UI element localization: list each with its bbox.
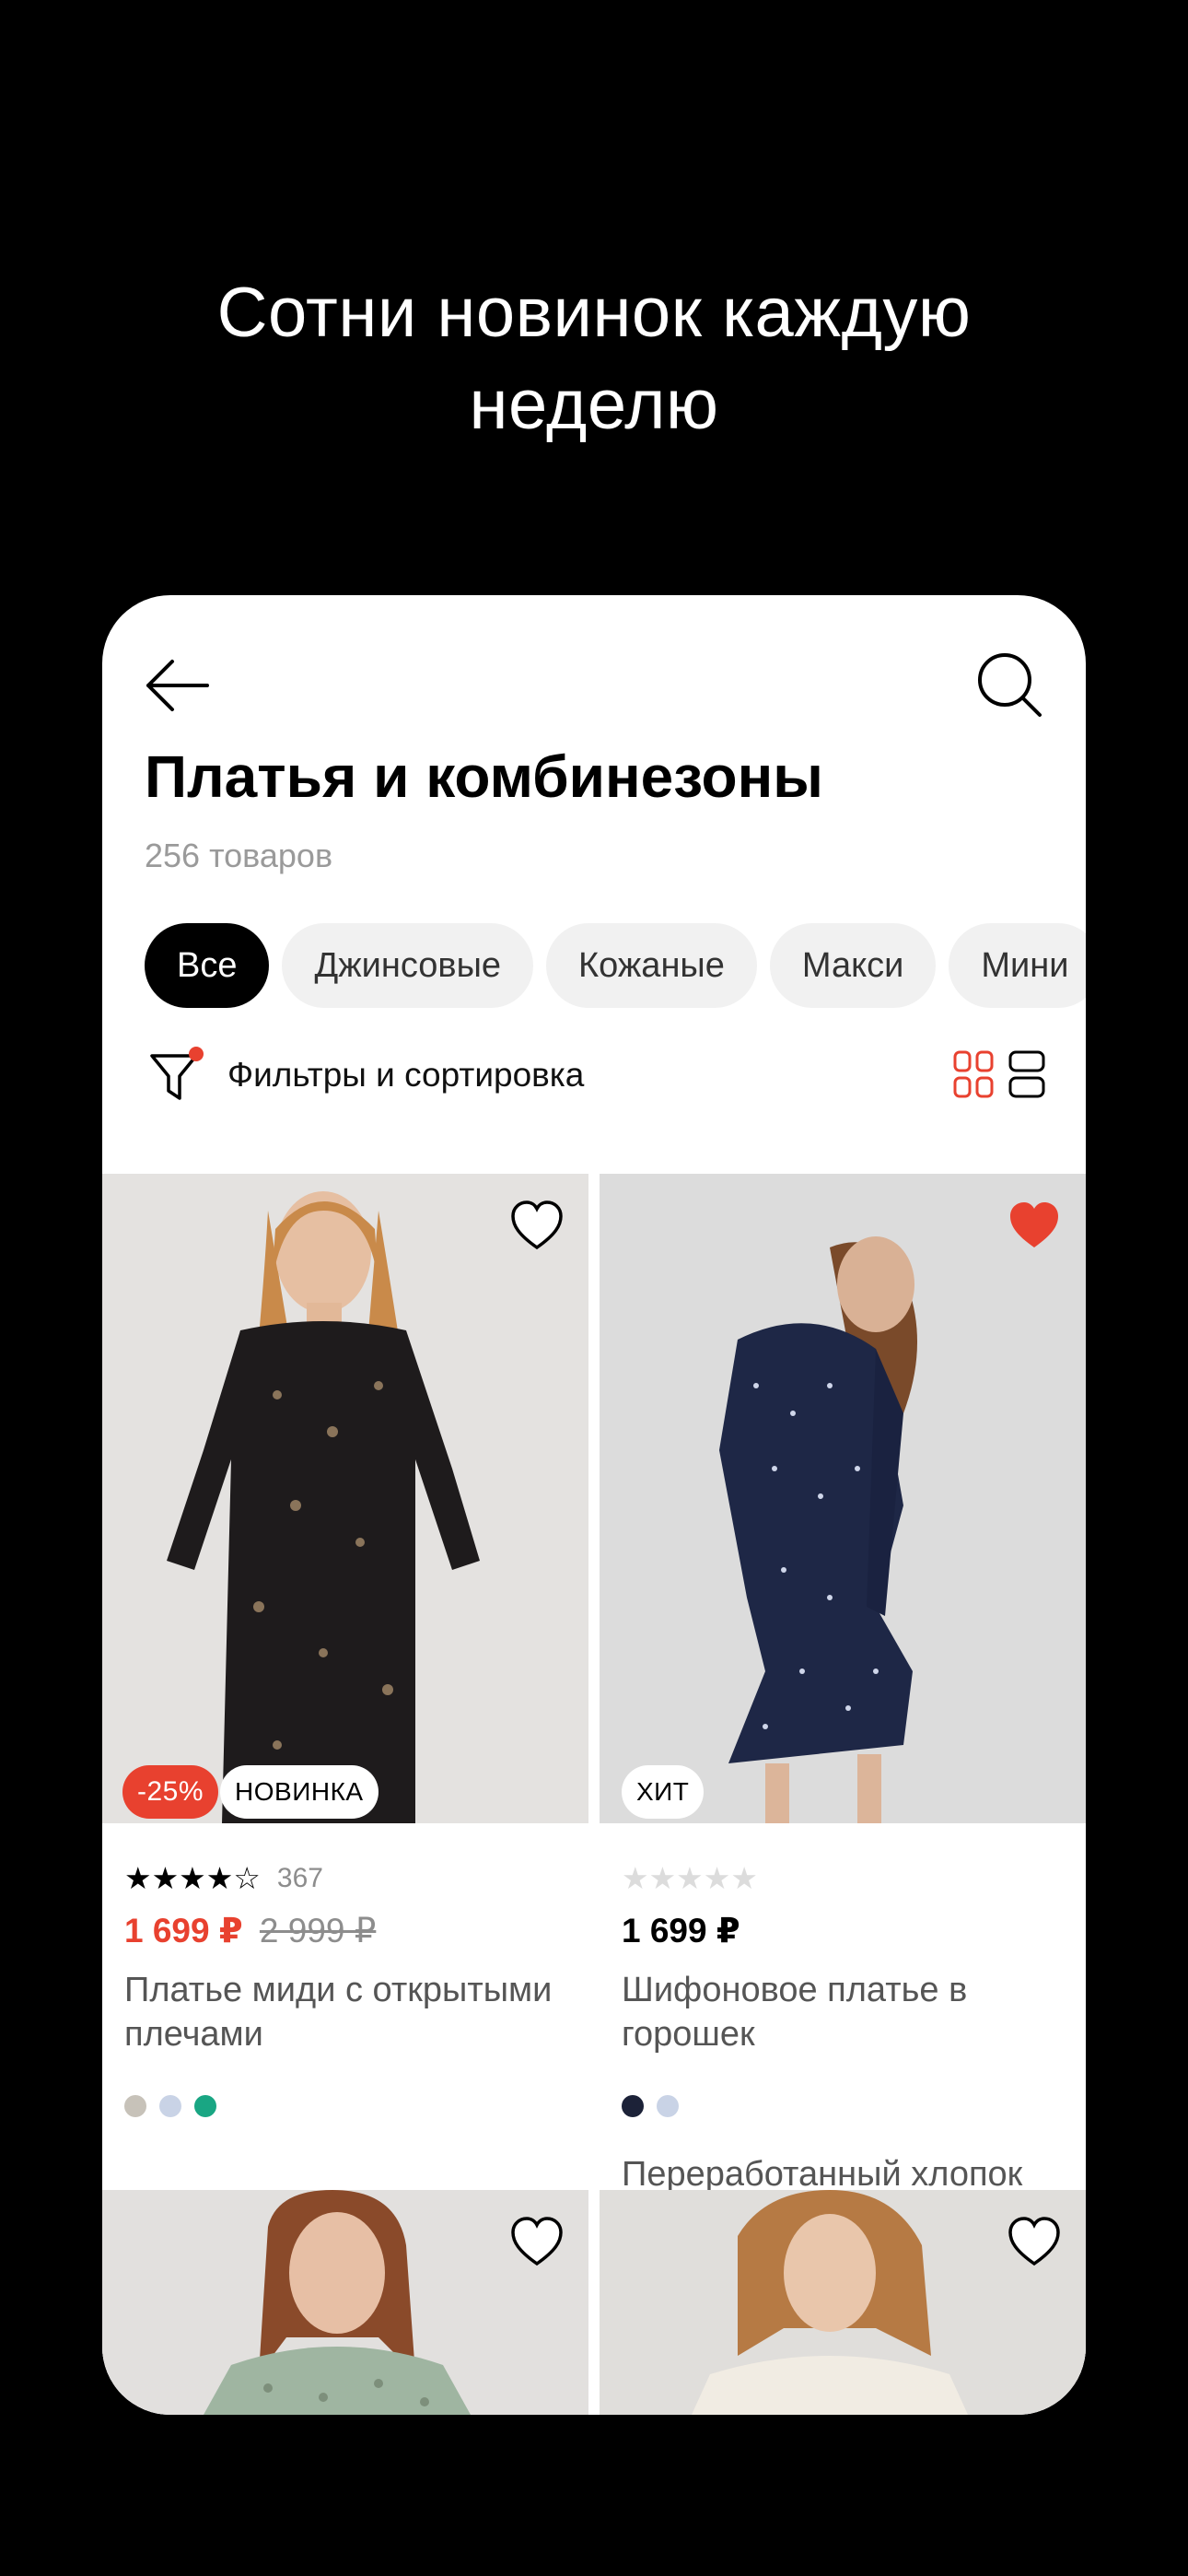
search-icon[interactable] <box>973 649 1047 722</box>
favorite-heart-icon[interactable] <box>509 1200 565 1251</box>
material-label: Переработанный хлопок <box>622 2155 1023 2194</box>
dress-photo-placeholder <box>600 1174 1086 1823</box>
product-photo[interactable] <box>102 2190 588 2415</box>
phone-screen: Платья и комбинезоны 256 товаров Все Джи… <box>102 595 1086 2415</box>
color-swatch[interactable] <box>194 2095 216 2117</box>
product-card[interactable]: -25% НОВИНКА ★★★★☆ 367 1 699 ₽ 2 999 ₽ П… <box>102 1174 588 2117</box>
rating: ★★★★☆ 367 <box>124 1860 323 1896</box>
rating-stars: ★★★★☆ <box>124 1861 261 1895</box>
price-value: 1 699 ₽ <box>622 1912 740 1950</box>
product-card[interactable] <box>102 2190 588 2415</box>
chip-maxi[interactable]: Макси <box>769 923 937 1008</box>
color-swatches <box>622 2095 679 2117</box>
old-price: 2 999 ₽ <box>259 1912 377 1950</box>
chip-leather[interactable]: Кожаные <box>546 923 757 1008</box>
chip-mini[interactable]: Мини <box>949 923 1086 1008</box>
product-name: Шифоновое платье в горошек <box>622 1971 968 2054</box>
list-view-icon[interactable] <box>1008 1050 1045 1098</box>
filters-sort-button[interactable]: Фильтры и сортировка <box>148 1047 584 1104</box>
rating-count: 367 <box>276 1862 323 1893</box>
color-swatch[interactable] <box>124 2095 146 2117</box>
price: 1 699 ₽ 2 999 ₽ <box>124 1911 376 1950</box>
product-photo[interactable] <box>600 2190 1086 2415</box>
items-count: 256 товаров <box>145 837 333 874</box>
product-photo[interactable]: ХИТ <box>600 1174 1086 1823</box>
filter-icon <box>148 1047 205 1104</box>
promo-headline: Сотни новинок каждую неделю <box>0 267 1188 451</box>
category-chips: Все Джинсовые Кожаные Макси Мини <box>145 923 1086 1008</box>
page-title: Платья и комбинезоны <box>145 744 823 810</box>
new-badge: НОВИНКА <box>220 1765 379 1819</box>
discount-badge: -25% <box>122 1765 219 1819</box>
promo-line-2: неделю <box>469 366 719 444</box>
chip-denim[interactable]: Джинсовые <box>282 923 534 1008</box>
product-card[interactable] <box>600 2190 1086 2415</box>
price: 1 699 ₽ <box>622 1911 740 1950</box>
color-swatch[interactable] <box>657 2095 679 2117</box>
back-arrow-icon[interactable] <box>141 649 215 722</box>
product-card[interactable]: ХИТ ★★★★★ 1 699 ₽ Шифоновое платье в гор… <box>600 1174 1086 2194</box>
hit-badge: ХИТ <box>622 1765 705 1819</box>
grid-view-icon[interactable] <box>953 1050 994 1098</box>
rating: ★★★★★ <box>622 1860 758 1896</box>
color-swatch[interactable] <box>622 2095 644 2117</box>
badges: -25% НОВИНКА <box>122 1765 379 1819</box>
filters-label: Фильтры и сортировка <box>227 1056 585 1094</box>
badges: ХИТ <box>620 1765 705 1819</box>
sale-price: 1 699 ₽ <box>124 1912 243 1950</box>
filter-active-dot <box>189 1047 204 1061</box>
favorite-heart-icon[interactable] <box>509 2216 565 2267</box>
color-swatches <box>124 2095 216 2117</box>
chip-all[interactable]: Все <box>145 923 270 1008</box>
promo-line-1: Сотни новинок каждую <box>216 274 972 352</box>
favorite-heart-icon-active[interactable] <box>1007 1200 1062 1251</box>
favorite-heart-icon[interactable] <box>1007 2216 1062 2267</box>
product-photo[interactable]: -25% НОВИНКА <box>102 1174 588 1823</box>
dress-photo-placeholder <box>102 1174 588 1823</box>
color-swatch[interactable] <box>159 2095 181 2117</box>
rating-stars: ★★★★★ <box>622 1861 758 1895</box>
product-name: Платье миди с открытыми плечами <box>124 1971 553 2054</box>
